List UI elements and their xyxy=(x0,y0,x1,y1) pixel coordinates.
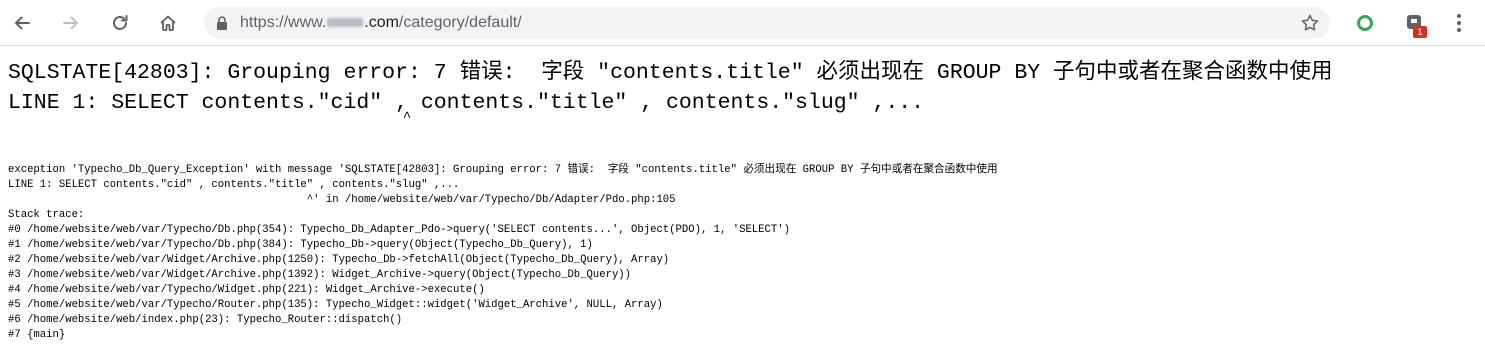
stack-frame: #6 /home/website/web/index.php(23): Type… xyxy=(8,314,403,326)
reload-icon xyxy=(113,15,128,30)
home-icon xyxy=(160,15,176,31)
address-bar[interactable]: https://www. .com/category/default/ xyxy=(204,7,1330,39)
error-heading-line1: SQLSTATE[42803]: Grouping error: 7 错误: 字… xyxy=(8,61,1333,85)
browser-toolbar: https://www. .com/category/default/ 1 xyxy=(0,0,1485,46)
forward-arrow-icon xyxy=(63,16,78,30)
stack-frame: #1 /home/website/web/var/Typecho/Db.php(… xyxy=(8,239,593,251)
extension-badge: 1 xyxy=(1413,26,1427,38)
redacted-domain xyxy=(327,18,364,28)
url-path: /category/default/ xyxy=(398,14,522,31)
stack-frame: #3 /home/website/web/var/Widget/Archive.… xyxy=(8,269,632,281)
stack-trace-label: Stack trace: xyxy=(8,209,85,221)
lock-icon xyxy=(217,16,227,30)
menu-icon[interactable] xyxy=(1447,11,1471,35)
stack-frame: #4 /home/website/web/var/Typecho/Widget.… xyxy=(8,284,485,296)
url-scheme: https://www. xyxy=(240,14,327,31)
url-host-suffix: .com xyxy=(364,14,399,31)
forward-button[interactable] xyxy=(55,7,87,39)
exception-line1: exception 'Typecho_Db_Query_Exception' w… xyxy=(8,164,998,176)
url-text[interactable]: https://www. .com/category/default/ xyxy=(240,7,522,39)
stack-frame: #2 /home/website/web/var/Widget/Archive.… xyxy=(8,254,670,266)
back-arrow-icon xyxy=(15,16,30,30)
extension-icon[interactable] xyxy=(1353,11,1377,35)
exception-line3: ^' in /home/website/web/var/Typecho/Db/A… xyxy=(8,194,676,206)
stack-frame: #0 /home/website/web/var/Typecho/Db.php(… xyxy=(8,224,790,236)
home-button[interactable] xyxy=(152,7,184,39)
stack-frame: #5 /home/website/web/var/Typecho/Router.… xyxy=(8,299,663,311)
stack-frame: #7 {main} xyxy=(8,329,66,341)
error-heading-caret: ^ xyxy=(8,110,412,126)
exception-line2: LINE 1: SELECT contents."cid" , contents… xyxy=(8,179,460,191)
back-button[interactable] xyxy=(6,7,38,39)
reload-button[interactable] xyxy=(104,7,136,39)
star-icon[interactable] xyxy=(1300,13,1320,33)
